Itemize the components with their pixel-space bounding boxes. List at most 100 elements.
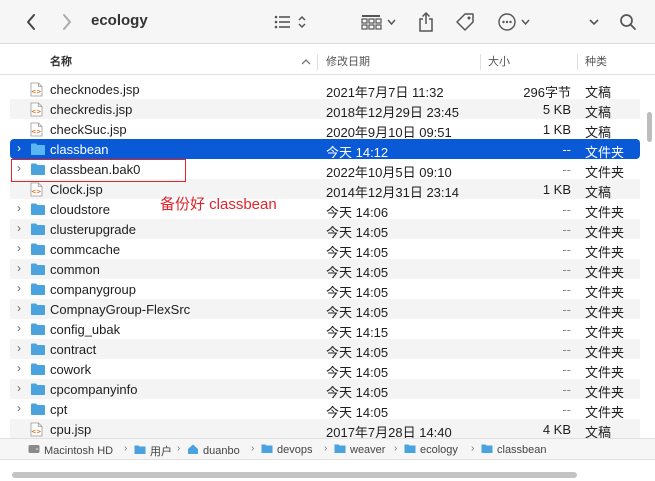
file-name: common (50, 262, 100, 277)
window-title: ecology (91, 12, 148, 29)
chevron-down-icon (589, 19, 599, 26)
folder-icon (334, 443, 346, 457)
folder-icon (30, 142, 46, 159)
path-crumb[interactable]: 用户 (134, 443, 172, 459)
file-size: -- (562, 282, 571, 297)
horizontal-scrollbar[interactable] (12, 472, 577, 478)
tag-icon (456, 13, 474, 31)
file-size: 1 KB (542, 182, 571, 197)
disclosure-chevron-icon[interactable]: › (17, 361, 21, 375)
file-row[interactable]: <> Clock.jsp 2014年12月31日 23:14 1 KB 文稿 (10, 179, 640, 200)
file-name: companygroup (50, 282, 136, 297)
file-size: -- (562, 402, 571, 417)
file-row[interactable]: <> checknodes.jsp 2021年7月7日 11:32 296字节 文稿 (10, 79, 640, 100)
path-crumb-label: Macintosh HD (44, 444, 114, 457)
forward-button[interactable] (58, 0, 76, 44)
file-row[interactable]: › config_ubak 今天 14:15 -- 文件夹 (10, 319, 640, 340)
file-row[interactable]: › clusterupgrade 今天 14:05 -- 文件夹 (10, 219, 640, 240)
path-separator-icon: › (124, 443, 128, 454)
file-row[interactable]: › contract 今天 14:05 -- 文件夹 (10, 339, 640, 360)
share-icon (419, 11, 433, 32)
jsp-file-icon: <> (30, 182, 43, 200)
folder-icon (30, 302, 46, 319)
disclosure-chevron-icon[interactable]: › (17, 341, 21, 355)
group-button[interactable] (360, 0, 400, 44)
folder-icon (481, 443, 493, 457)
svg-text:<>: <> (31, 429, 41, 436)
file-row[interactable]: <> checkredis.jsp 2018年12月29日 23:45 5 KB 文稿 (10, 99, 640, 120)
svg-text:<>: <> (31, 129, 41, 136)
column-name[interactable]: 名称 (50, 49, 72, 75)
disclosure-chevron-icon[interactable]: › (17, 141, 21, 155)
search-icon (620, 14, 636, 30)
disclosure-chevron-icon[interactable]: › (17, 301, 21, 315)
grid-group-icon (361, 15, 396, 30)
file-row[interactable]: <> checkSuc.jsp 2020年9月10日 09:51 1 KB 文稿 (10, 119, 640, 140)
folder-icon (261, 443, 273, 457)
file-name: Clock.jsp (50, 182, 103, 197)
file-name: cowork (50, 362, 92, 377)
file-name: cpt (50, 402, 68, 417)
file-name: clusterupgrade (50, 222, 136, 237)
file-row[interactable]: › classbean 今天 14:12 -- 文件夹 (10, 139, 640, 160)
folder-icon (30, 322, 46, 339)
path-crumb[interactable]: weaver (334, 443, 385, 457)
disclosure-chevron-icon[interactable]: › (17, 401, 21, 415)
file-row[interactable]: › cowork 今天 14:05 -- 文件夹 (10, 359, 640, 380)
disclosure-chevron-icon[interactable]: › (17, 201, 21, 215)
disclosure-chevron-icon[interactable]: › (17, 261, 21, 275)
folder-icon (30, 362, 46, 379)
file-row[interactable]: › companygroup 今天 14:05 -- 文件夹 (10, 279, 640, 300)
folder-icon (30, 202, 46, 219)
path-crumb[interactable]: classbean (481, 443, 547, 457)
folder-icon (30, 262, 46, 279)
path-crumb[interactable]: devops (261, 443, 312, 457)
path-crumb[interactable]: duanbo (187, 443, 240, 458)
overflow-button[interactable] (586, 0, 602, 44)
file-row[interactable]: › cpt 今天 14:05 -- 文件夹 (10, 399, 640, 420)
column-size[interactable]: 大小 (488, 49, 510, 75)
file-size: -- (562, 322, 571, 337)
toolbar: ecology (0, 0, 655, 44)
file-name: cloudstore (50, 202, 110, 217)
file-size: -- (562, 202, 571, 217)
file-row[interactable]: › CompnayGroup-FlexSrc 今天 14:05 -- 文件夹 (10, 299, 640, 320)
file-name: contract (50, 342, 97, 357)
disclosure-chevron-icon[interactable]: › (17, 281, 21, 295)
disclosure-chevron-icon[interactable]: › (17, 321, 21, 335)
file-row[interactable]: › cloudstore 今天 14:06 -- 文件夹 (10, 199, 640, 220)
path-crumb[interactable]: ecology (404, 443, 458, 457)
path-crumb[interactable]: Macintosh HD (28, 443, 113, 458)
jsp-file-icon: <> (30, 122, 43, 140)
file-name: checkSuc.jsp (50, 122, 127, 137)
column-kind[interactable]: 种类 (585, 49, 607, 75)
list-view-button[interactable] (272, 0, 310, 44)
column-divider[interactable] (317, 54, 318, 70)
column-divider[interactable] (577, 54, 578, 70)
path-crumb-label: weaver (350, 444, 386, 456)
svg-text:<>: <> (31, 189, 41, 196)
back-button[interactable] (22, 0, 40, 44)
tag-button[interactable] (454, 0, 476, 44)
hard-disk-icon (28, 443, 40, 458)
folder-icon (30, 222, 46, 239)
sort-ascending-icon[interactable] (301, 49, 311, 75)
file-name: checknodes.jsp (50, 82, 140, 97)
file-row[interactable]: <> cpu.jsp 2017年7月28日 14:40 4 KB 文稿 (10, 419, 640, 440)
file-size: -- (562, 162, 571, 177)
file-list[interactable]: <> checknodes.jsp 2021年7月7日 11:32 296字节 文稿 <>… (0, 78, 655, 468)
column-date[interactable]: 修改日期 (326, 49, 370, 75)
disclosure-chevron-icon[interactable]: › (17, 381, 21, 395)
column-divider[interactable] (480, 54, 481, 70)
disclosure-chevron-icon[interactable]: › (17, 221, 21, 235)
file-row[interactable]: › cpcompanyinfo 今天 14:05 -- 文件夹 (10, 379, 640, 400)
search-button[interactable] (617, 0, 639, 44)
disclosure-chevron-icon[interactable]: › (17, 241, 21, 255)
vertical-scrollbar[interactable] (647, 112, 652, 142)
home-folder-icon (187, 443, 199, 458)
file-row[interactable]: › commcache 今天 14:05 -- 文件夹 (10, 239, 640, 260)
file-row[interactable]: › common 今天 14:05 -- 文件夹 (10, 259, 640, 280)
file-size: -- (562, 342, 571, 357)
share-button[interactable] (416, 0, 436, 44)
more-actions-button[interactable] (496, 0, 534, 44)
